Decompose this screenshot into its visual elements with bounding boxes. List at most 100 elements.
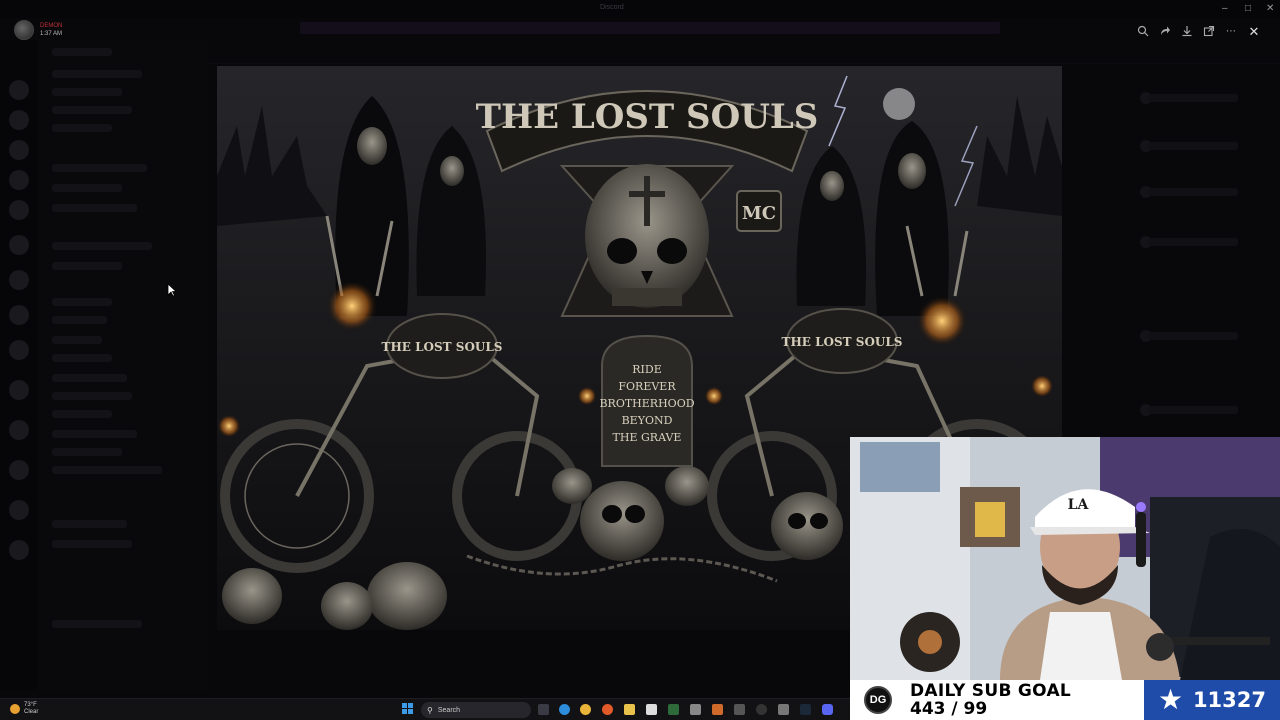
channel-item[interactable]	[52, 316, 107, 324]
close-window-icon[interactable]: ✕	[1266, 3, 1274, 15]
server-icon[interactable]	[9, 420, 29, 440]
webcam-feed: LA	[850, 437, 1280, 680]
tombstone-line: FOREVER	[618, 380, 676, 393]
tombstone-line: BEYOND	[622, 414, 673, 427]
member-name[interactable]	[1148, 142, 1238, 150]
search-label: Search	[437, 706, 461, 714]
channel-logo: DG	[850, 680, 906, 720]
server-icon[interactable]	[9, 305, 29, 325]
server-icon[interactable]	[9, 110, 29, 130]
window-title-bar: Discord – □ ✕	[0, 0, 1280, 18]
server-icon[interactable]	[9, 170, 29, 190]
daily-sub-goal-widget: DG DAILY SUB GOAL 443 / 99 ★ 11327	[850, 680, 1280, 720]
member-name[interactable]	[1148, 94, 1238, 102]
channel-item[interactable]	[52, 184, 122, 192]
right-tank-text: THE LOST SOULS	[782, 335, 903, 349]
channel-item[interactable]	[52, 88, 122, 96]
channel-item[interactable]	[52, 164, 147, 172]
channel-item[interactable]	[52, 520, 127, 528]
forward-icon[interactable]	[1158, 25, 1172, 39]
user-time: 1:37 AM	[40, 31, 63, 37]
member-name[interactable]	[1148, 238, 1238, 246]
edge-icon[interactable]	[559, 704, 570, 715]
open-external-icon[interactable]	[1202, 25, 1216, 39]
member-name[interactable]	[1148, 188, 1238, 196]
poster-mc-badge: MC	[742, 203, 776, 224]
more-icon[interactable]: ⋯	[1224, 25, 1238, 39]
store-icon[interactable]	[646, 704, 657, 715]
steam-icon[interactable]	[800, 704, 811, 715]
channel-item[interactable]	[52, 204, 137, 212]
channel-item[interactable]	[52, 540, 132, 548]
sub-total-count: 11327	[1192, 688, 1266, 712]
channel-item[interactable]	[52, 242, 152, 250]
channel-item[interactable]	[52, 354, 112, 362]
app-icon[interactable]	[690, 704, 701, 715]
server-icon[interactable]	[9, 500, 29, 520]
channel-item[interactable]	[52, 106, 132, 114]
channel-item[interactable]	[52, 374, 127, 382]
user-badge[interactable]: DEMON 1:37 AM	[14, 20, 62, 40]
server-icon[interactable]	[9, 380, 29, 400]
task-view-icon[interactable]	[538, 704, 549, 715]
screen: Discord – □ ✕ DEMON 1:37 AM ⋯ ✕ THE LOST…	[0, 0, 1280, 720]
download-icon[interactable]	[1180, 25, 1194, 39]
weather-condition: Clear	[24, 709, 39, 715]
obs-icon[interactable]	[756, 704, 767, 715]
server-icon[interactable]	[9, 200, 29, 220]
discord-icon[interactable]	[822, 704, 833, 715]
app-icon[interactable]	[668, 704, 679, 715]
channel-item[interactable]	[52, 336, 102, 344]
server-icon[interactable]	[9, 460, 29, 480]
windows-start-icon[interactable]	[402, 703, 414, 715]
channel-item[interactable]	[52, 392, 132, 400]
channel-item[interactable]	[52, 430, 137, 438]
app-icon[interactable]	[734, 704, 745, 715]
server-icon[interactable]	[9, 140, 29, 160]
server-icon[interactable]	[9, 80, 29, 100]
svg-text:LA: LA	[1068, 497, 1090, 513]
channel-item[interactable]	[52, 620, 142, 628]
avatar[interactable]	[14, 20, 34, 40]
channel-item[interactable]	[52, 70, 142, 78]
channel-item[interactable]	[52, 298, 112, 306]
channel-item[interactable]	[52, 262, 122, 270]
weather-icon	[10, 704, 20, 714]
poster-title-text: THE LOST SOULS	[476, 97, 819, 137]
server-icon[interactable]	[9, 340, 29, 360]
tombstone-line: RIDE	[632, 363, 661, 376]
maximize-icon[interactable]: □	[1245, 3, 1251, 15]
channel-item[interactable]	[52, 410, 112, 418]
user-name: DEMON	[40, 23, 63, 29]
taskbar-search[interactable]: ⚲ Search	[421, 702, 531, 718]
window-title: Discord	[600, 4, 624, 11]
tombstone-line: BROTHERHOOD	[599, 397, 694, 410]
channel-item[interactable]	[52, 124, 112, 132]
firefox-icon[interactable]	[602, 704, 613, 715]
logo-icon: DG	[864, 686, 892, 714]
server-icon[interactable]	[9, 235, 29, 255]
weather-temp: 73°F	[24, 702, 37, 708]
left-tank-text: THE LOST SOULS	[382, 340, 503, 354]
channel-item[interactable]	[52, 466, 162, 474]
windows-taskbar: 73°F Clear ⚲ Search	[0, 698, 850, 720]
server-icon[interactable]	[9, 540, 29, 560]
weather-widget[interactable]: 73°F Clear	[10, 702, 38, 716]
chat-header	[208, 40, 1280, 64]
server-name	[52, 48, 112, 56]
settings-icon[interactable]	[778, 704, 789, 715]
star-icon: ★	[1158, 684, 1184, 715]
file-explorer-icon[interactable]	[624, 704, 635, 715]
server-rail	[0, 40, 38, 690]
chrome-icon[interactable]	[580, 704, 591, 715]
member-name[interactable]	[1148, 332, 1238, 340]
server-icon[interactable]	[9, 270, 29, 290]
app-icon[interactable]	[712, 704, 723, 715]
zoom-icon[interactable]	[1136, 25, 1150, 39]
member-name[interactable]	[1148, 406, 1238, 414]
minimize-icon[interactable]: –	[1222, 3, 1228, 15]
sub-goal-title: DAILY SUB GOAL	[910, 681, 1072, 701]
channel-item[interactable]	[52, 448, 122, 456]
close-icon[interactable]: ✕	[1246, 24, 1262, 40]
channel-sidebar	[38, 40, 208, 690]
